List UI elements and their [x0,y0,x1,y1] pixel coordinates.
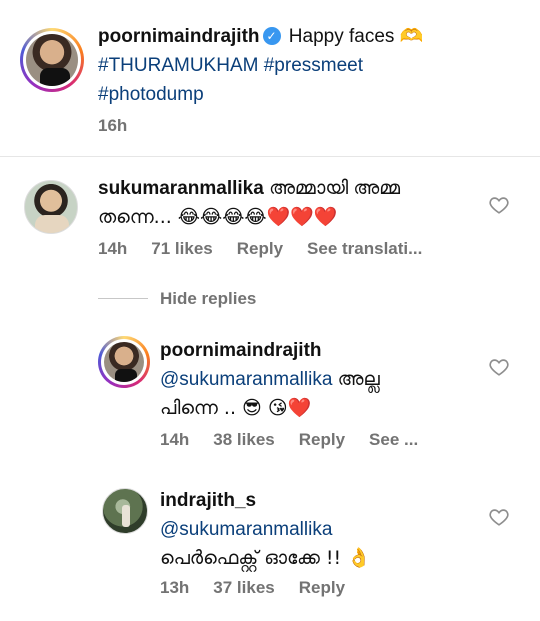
caption-time: 16h [98,116,128,135]
reply2-time: 13h [160,578,190,597]
hide-replies-line [98,298,148,299]
reply2-heart-icon[interactable] [488,506,510,528]
comment1-heart-icon[interactable] [488,194,510,216]
reply2-avatar-figure [122,505,130,527]
reply2-reply-button[interactable]: Reply [299,578,345,598]
reply2-avatar[interactable] [102,488,148,534]
caption-hashtags-2[interactable]: #photodump [98,80,518,109]
reply2-username[interactable]: indrajith_s [160,486,480,515]
reply1-translate-button[interactable]: See ... [369,430,418,450]
reply2-text: indrajith_s @sukumaranmallika പെർഫെക്റ്റ… [160,486,480,573]
reply1-avatar-inner [101,339,147,385]
caption-avatar-clothing [40,68,70,86]
caption-meta: 16h [98,116,127,136]
reply2-meta: 13h 37 likes Reply [160,578,345,598]
reply1-message-1: അല്ല [332,369,380,390]
reply1-meta: 14h 38 likes Reply See ... [160,430,418,450]
caption-divider [0,156,540,157]
comment1-line1: sukumaranmallika അമ്മായി അമ്മ [98,174,478,203]
comment1-likes[interactable]: 71 likes [151,239,212,259]
caption-text: poornimaindrajith ✓ Happy faces 🫶 #THURAM… [98,22,518,109]
reply1-avatar[interactable] [98,336,150,388]
reply1-heart-icon[interactable] [488,356,510,378]
caption-line1: poornimaindrajith ✓ Happy faces 🫶 [98,22,518,51]
comment1-time: 14h [98,239,128,258]
reply1-avatar-clothing [115,369,137,382]
comment1-reply-button[interactable]: Reply [237,239,283,259]
reply2-message: പെർഫെക്റ്റ് ഓക്കേ !! 👌 [160,547,371,569]
reply1-reply-button[interactable]: Reply [299,430,345,450]
comment1-username[interactable]: sukumaranmallika [98,178,264,199]
reply1-line2: @sukumaranmallika അല്ല [160,365,480,394]
hide-replies-label[interactable]: Hide replies [160,289,256,309]
reply2-mention[interactable]: @sukumaranmallika [160,515,480,544]
comment1-avatar-clothing [35,215,69,233]
reply1-avatar-photo [104,342,144,382]
reply1-likes[interactable]: 38 likes [213,430,274,450]
hide-replies-button[interactable]: Hide replies [160,289,256,309]
caption-hashtags-1[interactable]: #THURAMUKHAM #pressmeet [98,51,518,80]
caption-message: Happy faces 🫶 [288,26,424,47]
reply1-text: poornimaindrajith @sukumaranmallika അല്ല… [160,336,480,423]
comment1-text: sukumaranmallika അമ്മായി അമ്മ തന്നെ... 😂… [98,174,478,232]
reply2-likes[interactable]: 37 likes [213,578,274,598]
caption-avatar[interactable] [20,28,84,92]
reply1-username[interactable]: poornimaindrajith [160,336,480,365]
caption-username[interactable]: poornimaindrajith [98,26,260,47]
comment1-avatar[interactable] [24,180,78,234]
comment1-message-1: അമ്മായി അമ്മ [269,178,400,199]
verified-badge-icon: ✓ [262,27,281,45]
caption-avatar-photo [26,34,78,86]
comment1-meta: 14h 71 likes Reply See translati... [98,239,422,259]
comment1-translate-button[interactable]: See translati... [307,239,422,259]
reply1-time: 14h [160,430,190,449]
reply1-mention[interactable]: @sukumaranmallika [160,369,332,390]
comment1-message-2: തന്നെ... 😂😂😂😂❤️❤️❤️ [98,206,338,228]
caption-avatar-inner [23,31,81,89]
reply1-message-2: പിന്നെ .. 😎 😘❤️ [160,397,312,419]
